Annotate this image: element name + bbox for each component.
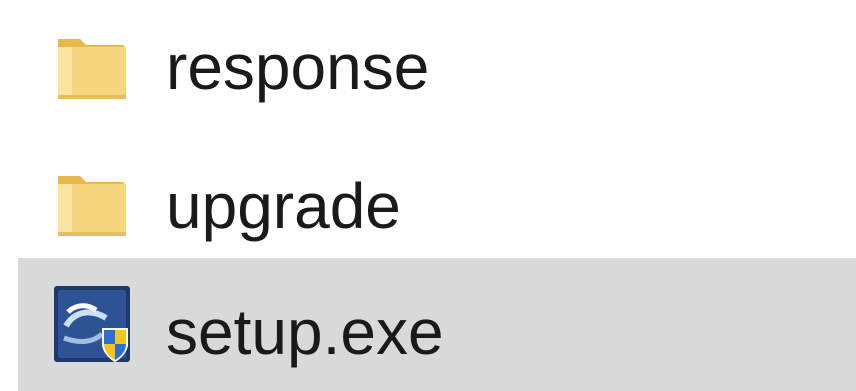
file-name: setup.exe — [166, 296, 444, 368]
file-name: upgrade — [166, 170, 401, 242]
file-name: response — [166, 31, 430, 103]
folder-icon — [50, 162, 134, 246]
installer-shield-icon — [50, 282, 134, 366]
file-list: response upgrade setup.exe — [0, 0, 856, 391]
file-list-item-response[interactable]: response — [18, 5, 856, 135]
file-list-item-upgrade[interactable]: upgrade — [18, 138, 856, 268]
folder-icon — [50, 25, 134, 109]
file-list-item-setup-exe[interactable]: setup.exe — [18, 258, 856, 391]
